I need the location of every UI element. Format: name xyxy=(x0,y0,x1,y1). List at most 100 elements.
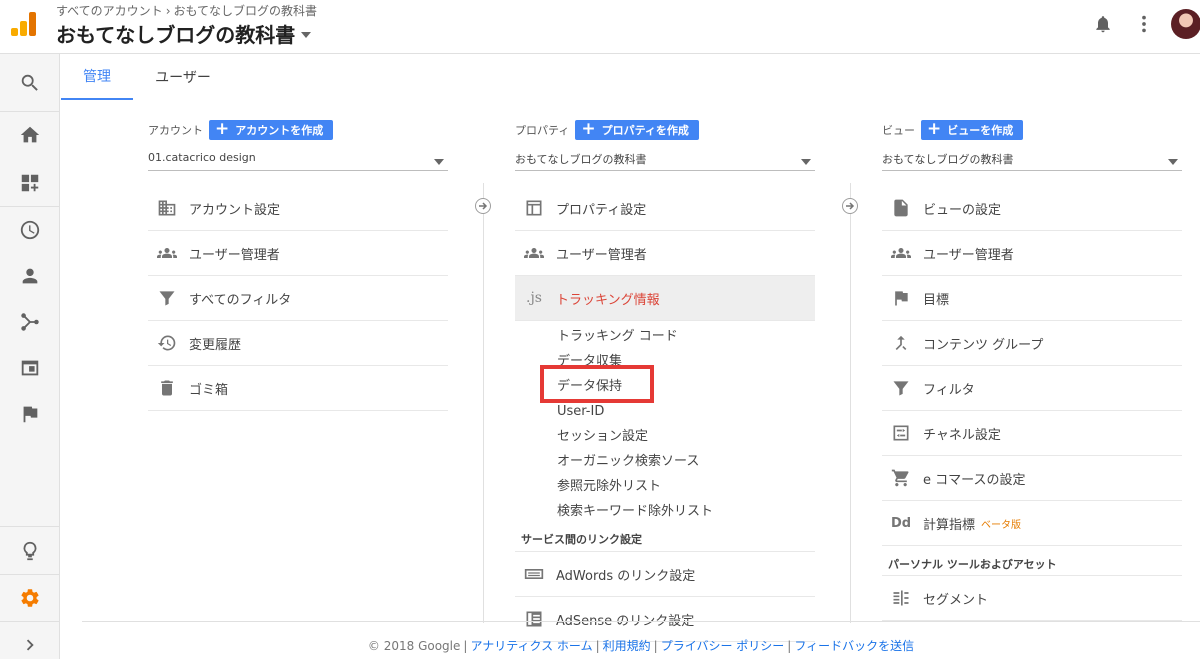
property-selector[interactable]: おもてなしブログの教科書 xyxy=(515,149,815,171)
column-divider xyxy=(483,183,484,623)
customization-icon[interactable] xyxy=(0,160,60,206)
tab-user[interactable]: ユーザー xyxy=(133,54,233,100)
view-column: ビュー + ビューを作成 おもてなしブログの教科書 ビューの設定 ユーザー管理者 … xyxy=(882,120,1182,621)
merge-icon xyxy=(890,332,912,354)
analytics-logo[interactable] xyxy=(11,12,37,36)
group-icon xyxy=(523,242,545,264)
segment-icon xyxy=(890,587,912,609)
adwords-linking-item[interactable]: AdWords のリンク設定 xyxy=(515,552,815,597)
filter-icon xyxy=(156,287,178,309)
menu-label: 変更履歴 xyxy=(189,337,242,353)
home-icon[interactable] xyxy=(0,112,60,158)
menu-label: プロパティ設定 xyxy=(556,202,647,218)
search-icon[interactable] xyxy=(0,60,60,106)
breadcrumb-current[interactable]: おもてなしブログの教科書 xyxy=(174,4,318,18)
menu-label: セグメント xyxy=(923,592,989,608)
building-icon xyxy=(156,197,178,219)
account-settings-item[interactable]: アカウント設定 xyxy=(148,186,448,231)
chevron-down-icon xyxy=(1168,159,1178,165)
view-selector[interactable]: おもてなしブログの教科書 xyxy=(882,149,1182,171)
analytics-home-link[interactable]: アナリティクス ホーム xyxy=(470,639,592,653)
view-label: ビュー xyxy=(882,124,915,137)
content-grouping-item[interactable]: コンテンツ グループ xyxy=(882,321,1182,366)
view-filters-item[interactable]: フィルタ xyxy=(882,366,1182,411)
send-feedback-link[interactable]: フィードバックを送信 xyxy=(794,639,914,653)
account-selected-value: 01.catacrico design xyxy=(148,151,256,164)
menu-label: 計算指標 xyxy=(923,517,976,533)
behavior-icon[interactable] xyxy=(0,345,60,391)
page-title: おもてなしブログの教科書 xyxy=(56,23,296,47)
calculated-metrics-icon: Dd xyxy=(890,515,912,531)
audience-person-icon[interactable] xyxy=(0,253,60,299)
property-selected-value: おもてなしブログの教科書 xyxy=(515,153,647,166)
create-account-button[interactable]: + アカウントを作成 xyxy=(209,118,334,140)
tracking-info-item[interactable]: .js トラッキング情報 xyxy=(515,276,815,321)
tab-admin[interactable]: 管理 xyxy=(61,54,133,100)
calculated-metrics-item[interactable]: Dd 計算指標 ベータ版 xyxy=(882,501,1182,546)
breadcrumb-all-accounts[interactable]: すべてのアカウント xyxy=(56,4,163,18)
tracking-sublist: トラッキング コード データ収集 データ保持 User-ID セッション設定 オ… xyxy=(515,321,815,528)
all-filters-item[interactable]: すべてのフィルタ xyxy=(148,276,448,321)
cart-icon xyxy=(890,467,912,489)
create-account-label: アカウントを作成 xyxy=(235,124,324,137)
terms-link[interactable]: 利用規約 xyxy=(603,639,651,653)
plus-icon: + xyxy=(927,118,942,139)
session-settings-link[interactable]: セッション設定 xyxy=(557,424,815,449)
footer: © 2018 Google | アナリティクス ホーム | 利用規約 | プライバシー ポリ… xyxy=(82,621,1200,659)
search-term-exclusion-link[interactable]: 検索キーワード除外リスト xyxy=(557,499,815,524)
chevron-down-icon xyxy=(301,31,312,38)
breadcrumb-separator: › xyxy=(165,4,171,18)
document-icon xyxy=(890,197,912,219)
conversions-flag-icon[interactable] xyxy=(0,391,60,437)
trash-item[interactable]: ゴミ箱 xyxy=(148,366,448,411)
account-column: アカウント + アカウントを作成 01.catacrico design アカウン… xyxy=(148,120,448,411)
channel-settings-item[interactable]: チャネル設定 xyxy=(882,411,1182,456)
top-bar: すべてのアカウント › おもてなしブログの教科書 おもてなしブログの教科書 xyxy=(0,0,1200,54)
realtime-clock-icon[interactable] xyxy=(0,207,60,253)
left-nav xyxy=(0,54,60,659)
menu-label: ゴミ箱 xyxy=(189,382,229,398)
settings-gear-icon[interactable] xyxy=(0,575,60,621)
copyright: © 2018 Google xyxy=(367,639,461,653)
chevron-right-icon[interactable] xyxy=(0,622,60,668)
personal-tools-heading: パーソナル ツールおよびアセット xyxy=(882,546,1182,576)
property-label: プロパティ xyxy=(515,124,570,137)
chevron-down-icon xyxy=(801,159,811,165)
acquisition-icon[interactable] xyxy=(0,299,60,345)
goals-item[interactable]: 目標 xyxy=(882,276,1182,321)
ecommerce-settings-item[interactable]: e コマースの設定 xyxy=(882,456,1182,501)
account-label: アカウント xyxy=(148,124,203,137)
menu-label: ユーザー管理者 xyxy=(556,247,647,263)
referral-exclusion-link[interactable]: 参照元除外リスト xyxy=(557,474,815,499)
bell-icon[interactable] xyxy=(1093,13,1113,35)
create-property-button[interactable]: + プロパティを作成 xyxy=(575,120,699,140)
product-linking-heading: サービス間のリンク設定 xyxy=(515,528,815,552)
more-vert-icon[interactable] xyxy=(1138,13,1150,35)
menu-label: トラッキング情報 xyxy=(556,292,660,308)
create-view-button[interactable]: + ビューを作成 xyxy=(921,118,1024,140)
filter-icon xyxy=(890,377,912,399)
organic-search-sources-link[interactable]: オーガニック検索ソース xyxy=(557,449,815,474)
lightbulb-icon[interactable] xyxy=(0,528,60,574)
privacy-policy-link[interactable]: プライバシー ポリシー xyxy=(661,639,785,653)
segments-item[interactable]: セグメント xyxy=(882,576,1182,621)
menu-label: すべてのフィルタ xyxy=(189,292,292,308)
account-selector[interactable]: 01.catacrico design xyxy=(148,149,448,171)
column-divider xyxy=(850,183,851,623)
view-user-management-item[interactable]: ユーザー管理者 xyxy=(882,231,1182,276)
change-history-item[interactable]: 変更履歴 xyxy=(148,321,448,366)
flag-icon xyxy=(890,287,912,309)
menu-label: ユーザー管理者 xyxy=(923,247,1014,263)
create-property-label: プロパティを作成 xyxy=(601,124,689,137)
property-settings-item[interactable]: プロパティ設定 xyxy=(515,186,815,231)
view-selected-value: おもてなしブログの教科書 xyxy=(882,153,1014,166)
plus-icon: + xyxy=(215,118,230,139)
property-selector[interactable]: おもてなしブログの教科書 xyxy=(56,19,312,48)
web-layout-icon xyxy=(523,197,545,219)
account-user-management-item[interactable]: ユーザー管理者 xyxy=(148,231,448,276)
property-user-management-item[interactable]: ユーザー管理者 xyxy=(515,231,815,276)
menu-label: チャネル設定 xyxy=(923,427,1001,443)
tracking-code-link[interactable]: トラッキング コード xyxy=(557,324,815,349)
view-settings-item[interactable]: ビューの設定 xyxy=(882,186,1182,231)
avatar[interactable] xyxy=(1171,9,1200,39)
